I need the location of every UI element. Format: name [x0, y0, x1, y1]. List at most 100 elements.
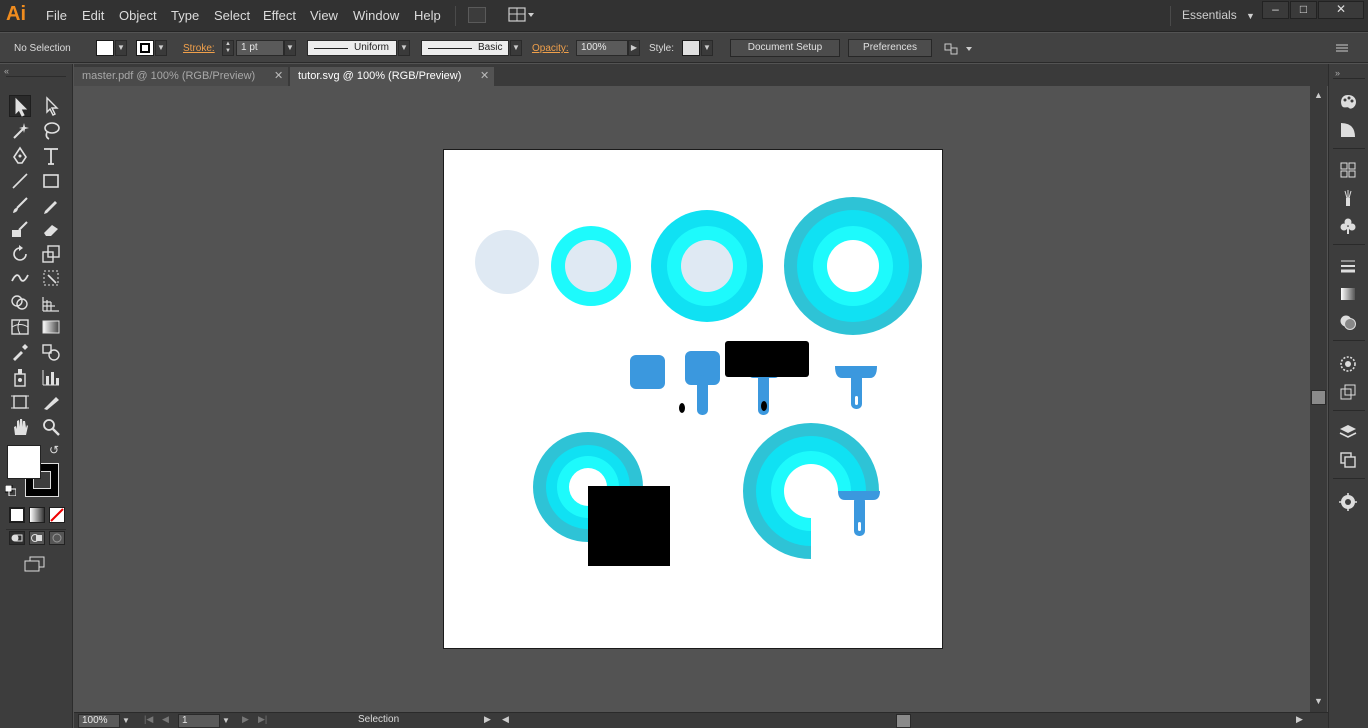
- opacity-label[interactable]: Opacity:: [532, 43, 569, 54]
- width-tool-icon[interactable]: [9, 267, 31, 289]
- status-menu-icon[interactable]: ▶: [484, 714, 491, 725]
- last-artboard-icon[interactable]: ▶|: [258, 714, 267, 725]
- restore-button[interactable]: □: [1290, 1, 1317, 19]
- black-rectangle[interactable]: [725, 341, 809, 377]
- brush-dropdown[interactable]: ▼: [510, 40, 522, 56]
- canvas-area[interactable]: [74, 86, 1310, 712]
- expand-panels-icon[interactable]: »: [1335, 68, 1340, 78]
- eraser-tool-icon[interactable]: [40, 218, 62, 240]
- close-icon[interactable]: ✕: [274, 67, 283, 86]
- first-artboard-icon[interactable]: |◀: [144, 714, 153, 725]
- variable-width-profile[interactable]: Uniform: [307, 40, 397, 56]
- stroke-dropdown[interactable]: ▼: [155, 40, 167, 56]
- lasso-tool-icon[interactable]: [40, 120, 62, 142]
- stroke-swatch[interactable]: [136, 40, 154, 56]
- opacity-field[interactable]: 100%: [576, 40, 628, 56]
- draw-behind-icon[interactable]: [29, 531, 45, 545]
- shape-builder-tool-icon[interactable]: [9, 292, 31, 314]
- free-transform-tool-icon[interactable]: [40, 267, 62, 289]
- stroke-label[interactable]: Stroke:: [183, 43, 215, 54]
- column-graph-tool-icon[interactable]: [40, 366, 62, 388]
- menu-view[interactable]: View: [310, 8, 338, 23]
- eyedropper-tool-icon[interactable]: [9, 341, 31, 363]
- screen-mode-icon[interactable]: [24, 556, 46, 572]
- menu-file[interactable]: File: [46, 8, 67, 23]
- symbols-icon[interactable]: [1338, 216, 1358, 236]
- preferences-button[interactable]: Preferences: [848, 39, 932, 57]
- gradient-mode-icon[interactable]: [29, 507, 45, 523]
- document-setup-button[interactable]: Document Setup: [730, 39, 840, 57]
- light-circle[interactable]: [475, 230, 539, 294]
- scroll-thumb[interactable]: [1311, 390, 1326, 405]
- fill-color-box-front[interactable]: [7, 445, 41, 479]
- swatches-icon[interactable]: [1338, 160, 1358, 180]
- previous-artboard-icon[interactable]: ◀: [162, 714, 169, 725]
- opacity-dropdown[interactable]: ▶: [628, 40, 640, 56]
- selection-tool-icon[interactable]: [9, 95, 31, 117]
- rotate-tool-icon[interactable]: [9, 243, 31, 265]
- paintbrush-tool-icon[interactable]: [9, 194, 31, 216]
- scroll-right-icon[interactable]: ▶: [1296, 714, 1303, 725]
- color-palette-icon[interactable]: [1338, 92, 1358, 112]
- zoom-tool-icon[interactable]: [40, 416, 62, 438]
- style-dropdown[interactable]: ▼: [701, 40, 713, 56]
- minimize-button[interactable]: –: [1262, 1, 1289, 19]
- blue-square[interactable]: [630, 355, 665, 389]
- scroll-down-icon[interactable]: ▼: [1314, 696, 1323, 706]
- stroke-panel-icon[interactable]: [1338, 256, 1358, 276]
- artboard-number-field[interactable]: 1: [178, 714, 220, 728]
- roller-drip[interactable]: [761, 401, 767, 411]
- arrange-documents-button[interactable]: [508, 6, 536, 24]
- scroll-up-icon[interactable]: ▲: [1314, 90, 1323, 100]
- next-artboard-icon[interactable]: ▶: [242, 714, 249, 725]
- zoom-field[interactable]: 100%: [78, 714, 120, 728]
- type-tool-icon[interactable]: [40, 145, 62, 167]
- artboard[interactable]: [443, 149, 943, 649]
- tab-master-pdf[interactable]: master.pdf @ 100% (RGB/Preview) ✕: [74, 67, 288, 86]
- draw-inside-icon[interactable]: [49, 531, 65, 545]
- close-window-button[interactable]: ✕: [1318, 1, 1364, 19]
- pencil-tool-icon[interactable]: [40, 194, 62, 216]
- menu-select[interactable]: Select: [214, 8, 250, 23]
- color-guide-icon[interactable]: [1338, 120, 1358, 140]
- menu-type[interactable]: Type: [171, 8, 199, 23]
- bridge-button[interactable]: [468, 7, 486, 23]
- menu-object[interactable]: Object: [119, 8, 157, 23]
- graphic-styles-icon[interactable]: [1338, 382, 1358, 402]
- perspective-grid-tool-icon[interactable]: [40, 292, 62, 314]
- menu-help[interactable]: Help: [414, 8, 441, 23]
- hand-tool-icon[interactable]: [9, 416, 31, 438]
- color-mode-icon[interactable]: [9, 507, 25, 523]
- gradient-tool-icon[interactable]: [40, 316, 62, 338]
- close-icon[interactable]: ✕: [480, 67, 489, 86]
- none-mode-icon[interactable]: [49, 507, 65, 523]
- horizontal-scroll-thumb[interactable]: [896, 714, 911, 728]
- mesh-tool-icon[interactable]: [9, 316, 31, 338]
- pen-tool-icon[interactable]: [9, 145, 31, 167]
- scale-tool-icon[interactable]: [40, 243, 62, 265]
- direct-selection-tool-icon[interactable]: [40, 95, 62, 117]
- arrange-icon[interactable]: [944, 42, 974, 56]
- appearance-icon[interactable]: [1338, 354, 1358, 374]
- line-segment-tool-icon[interactable]: [9, 170, 31, 192]
- symbol-sprayer-tool-icon[interactable]: [9, 366, 31, 388]
- blob-brush-tool-icon[interactable]: [9, 218, 31, 240]
- magic-wand-tool-icon[interactable]: [9, 120, 31, 142]
- brush-definition[interactable]: Basic: [421, 40, 509, 56]
- artboards-icon[interactable]: [1338, 450, 1358, 470]
- default-colors-icon[interactable]: [4, 484, 17, 497]
- rectangle-tool-icon[interactable]: [40, 170, 62, 192]
- scroll-left-icon[interactable]: ◀: [502, 714, 509, 725]
- black-square[interactable]: [588, 486, 670, 566]
- navigator-icon[interactable]: [1338, 492, 1358, 512]
- artboard-dropdown[interactable]: ▼: [220, 714, 232, 728]
- swap-colors-icon[interactable]: ↺: [49, 443, 59, 457]
- brush-handle[interactable]: [697, 375, 708, 415]
- collapse-icon[interactable]: «: [4, 66, 9, 76]
- panel-menu-icon[interactable]: [1334, 42, 1350, 54]
- fill-swatch[interactable]: [96, 40, 114, 56]
- tab-tutor-svg[interactable]: tutor.svg @ 100% (RGB/Preview) ✕: [290, 67, 494, 86]
- brushes-icon[interactable]: [1338, 188, 1358, 208]
- black-dot[interactable]: [679, 403, 685, 413]
- draw-normal-icon[interactable]: [9, 531, 25, 545]
